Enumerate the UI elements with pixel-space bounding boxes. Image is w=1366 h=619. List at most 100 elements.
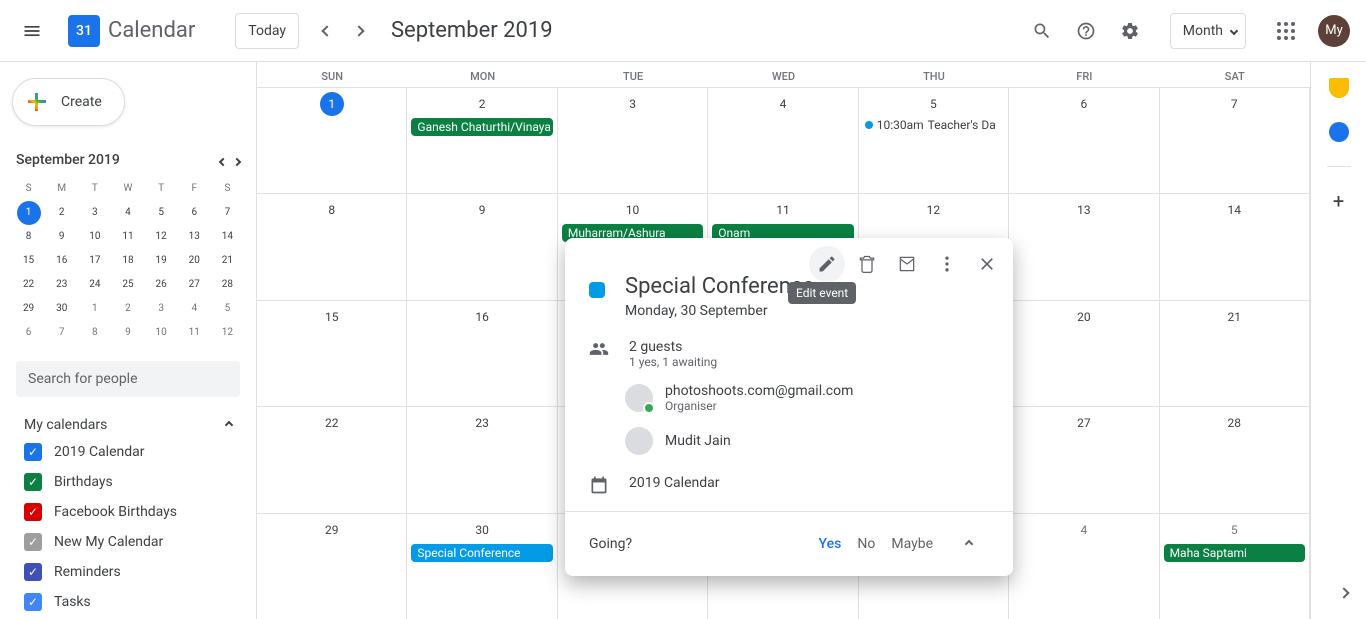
day-cell[interactable]: 30Special Conference (407, 514, 557, 619)
mini-day[interactable]: 3 (145, 297, 178, 321)
rsvp-expand-button[interactable] (949, 524, 989, 564)
delete-event-button[interactable] (849, 246, 885, 282)
day-cell[interactable]: 510:30amTeacher's Da (859, 88, 1009, 193)
event-options-button[interactable] (929, 246, 965, 282)
view-selector[interactable]: Month (1170, 13, 1246, 49)
mini-day[interactable]: 14 (211, 225, 244, 249)
day-cell[interactable]: 4 (708, 88, 858, 193)
search-people-input[interactable]: Search for people (16, 361, 240, 397)
guest-row[interactable]: photoshoots.com@gmail.comOrganiser (625, 383, 989, 413)
event-chip[interactable]: 10:30amTeacher's Da (863, 116, 1004, 134)
day-cell[interactable]: 2Ganesh Chaturthi/Vinaya (407, 88, 557, 193)
prev-period-button[interactable] (311, 15, 343, 47)
settings-icon[interactable] (1110, 11, 1150, 51)
calendar-list-item[interactable]: ✓Birthdays (16, 467, 240, 497)
event-chip[interactable]: Maha Saptami (1164, 544, 1305, 562)
tasks-icon[interactable] (1329, 122, 1349, 142)
calendar-checkbox[interactable]: ✓ (24, 563, 42, 581)
mini-day[interactable]: 29 (12, 297, 45, 321)
add-addon-icon[interactable]: + (1329, 191, 1349, 211)
my-calendars-toggle[interactable]: My calendars (16, 413, 240, 437)
main-menu-button[interactable] (8, 7, 56, 55)
calendar-checkbox[interactable]: ✓ (24, 533, 42, 551)
edit-event-button[interactable] (809, 246, 845, 282)
close-popup-button[interactable] (969, 246, 1005, 282)
mini-day[interactable]: 1 (17, 201, 41, 225)
mini-day[interactable]: 6 (12, 321, 45, 345)
today-button[interactable]: Today (235, 13, 299, 49)
help-icon[interactable] (1066, 11, 1106, 51)
mini-day[interactable]: 18 (111, 249, 144, 273)
day-cell[interactable]: 13 (1009, 194, 1159, 299)
account-avatar[interactable]: My (1318, 15, 1350, 47)
mini-day[interactable]: 5 (211, 297, 244, 321)
mini-day[interactable]: 27 (178, 273, 211, 297)
mini-day[interactable]: 3 (78, 201, 111, 225)
email-guests-button[interactable] (889, 246, 925, 282)
mini-prev-button[interactable] (220, 150, 226, 169)
mini-day[interactable]: 23 (45, 273, 78, 297)
event-chip[interactable]: Ganesh Chaturthi/Vinaya (411, 118, 552, 136)
calendar-checkbox[interactable]: ✓ (24, 593, 42, 611)
day-cell[interactable]: 20 (1009, 301, 1159, 406)
rsvp-maybe-button[interactable]: Maybe (883, 532, 941, 556)
calendar-list-item[interactable]: ✓2019 Calendar (16, 437, 240, 467)
mini-day[interactable]: 19 (145, 249, 178, 273)
expand-side-panel-button[interactable] (1326, 575, 1362, 611)
mini-day[interactable]: 10 (145, 321, 178, 345)
mini-day[interactable]: 10 (78, 225, 111, 249)
mini-day[interactable]: 2 (45, 201, 78, 225)
create-button[interactable]: Create (12, 78, 125, 126)
mini-day[interactable]: 8 (78, 321, 111, 345)
day-cell[interactable]: 6 (1009, 88, 1159, 193)
mini-day[interactable]: 28 (211, 273, 244, 297)
mini-day[interactable]: 22 (12, 273, 45, 297)
mini-day[interactable]: 4 (111, 201, 144, 225)
day-cell[interactable]: 16 (407, 301, 557, 406)
calendar-list-item[interactable]: ✓Tasks (16, 587, 240, 617)
rsvp-yes-button[interactable]: Yes (811, 532, 850, 556)
mini-day[interactable]: 15 (12, 249, 45, 273)
day-cell[interactable]: 22 (257, 407, 407, 512)
mini-day[interactable]: 20 (178, 249, 211, 273)
day-cell[interactable]: 7 (1160, 88, 1310, 193)
day-cell[interactable]: 14 (1160, 194, 1310, 299)
day-cell[interactable]: 23 (407, 407, 557, 512)
mini-day[interactable]: 9 (111, 321, 144, 345)
mini-day[interactable]: 24 (78, 273, 111, 297)
next-period-button[interactable] (343, 15, 375, 47)
rsvp-no-button[interactable]: No (849, 532, 883, 556)
calendar-checkbox[interactable]: ✓ (24, 503, 42, 521)
day-cell[interactable]: 5Maha Saptami (1160, 514, 1310, 619)
keep-icon[interactable] (1329, 78, 1349, 98)
calendar-list-item[interactable]: ✓New My Calendar (16, 527, 240, 557)
guest-row[interactable]: Mudit Jain (625, 427, 989, 455)
day-cell[interactable]: 9 (407, 194, 557, 299)
calendar-checkbox[interactable]: ✓ (24, 473, 42, 491)
mini-day[interactable]: 17 (78, 249, 111, 273)
mini-next-button[interactable] (234, 150, 240, 169)
mini-day[interactable]: 7 (45, 321, 78, 345)
mini-day[interactable]: 4 (178, 297, 211, 321)
mini-day[interactable]: 16 (45, 249, 78, 273)
mini-day[interactable]: 21 (211, 249, 244, 273)
day-cell[interactable]: 27 (1009, 407, 1159, 512)
mini-day[interactable]: 11 (178, 321, 211, 345)
mini-day[interactable]: 26 (145, 273, 178, 297)
event-chip[interactable]: Special Conference (411, 544, 552, 562)
day-cell[interactable]: 21 (1160, 301, 1310, 406)
mini-day[interactable]: 2 (111, 297, 144, 321)
calendar-checkbox[interactable]: ✓ (24, 443, 42, 461)
day-cell[interactable]: 28 (1160, 407, 1310, 512)
mini-day[interactable]: 30 (45, 297, 78, 321)
mini-day[interactable]: 7 (211, 201, 244, 225)
mini-day[interactable]: 12 (145, 225, 178, 249)
day-cell[interactable]: 29 (257, 514, 407, 619)
mini-day[interactable]: 25 (111, 273, 144, 297)
calendar-list-item[interactable]: ✓Reminders (16, 557, 240, 587)
mini-day[interactable]: 11 (111, 225, 144, 249)
mini-day[interactable]: 13 (178, 225, 211, 249)
day-cell[interactable]: 4 (1009, 514, 1159, 619)
mini-day[interactable]: 8 (12, 225, 45, 249)
mini-day[interactable]: 9 (45, 225, 78, 249)
